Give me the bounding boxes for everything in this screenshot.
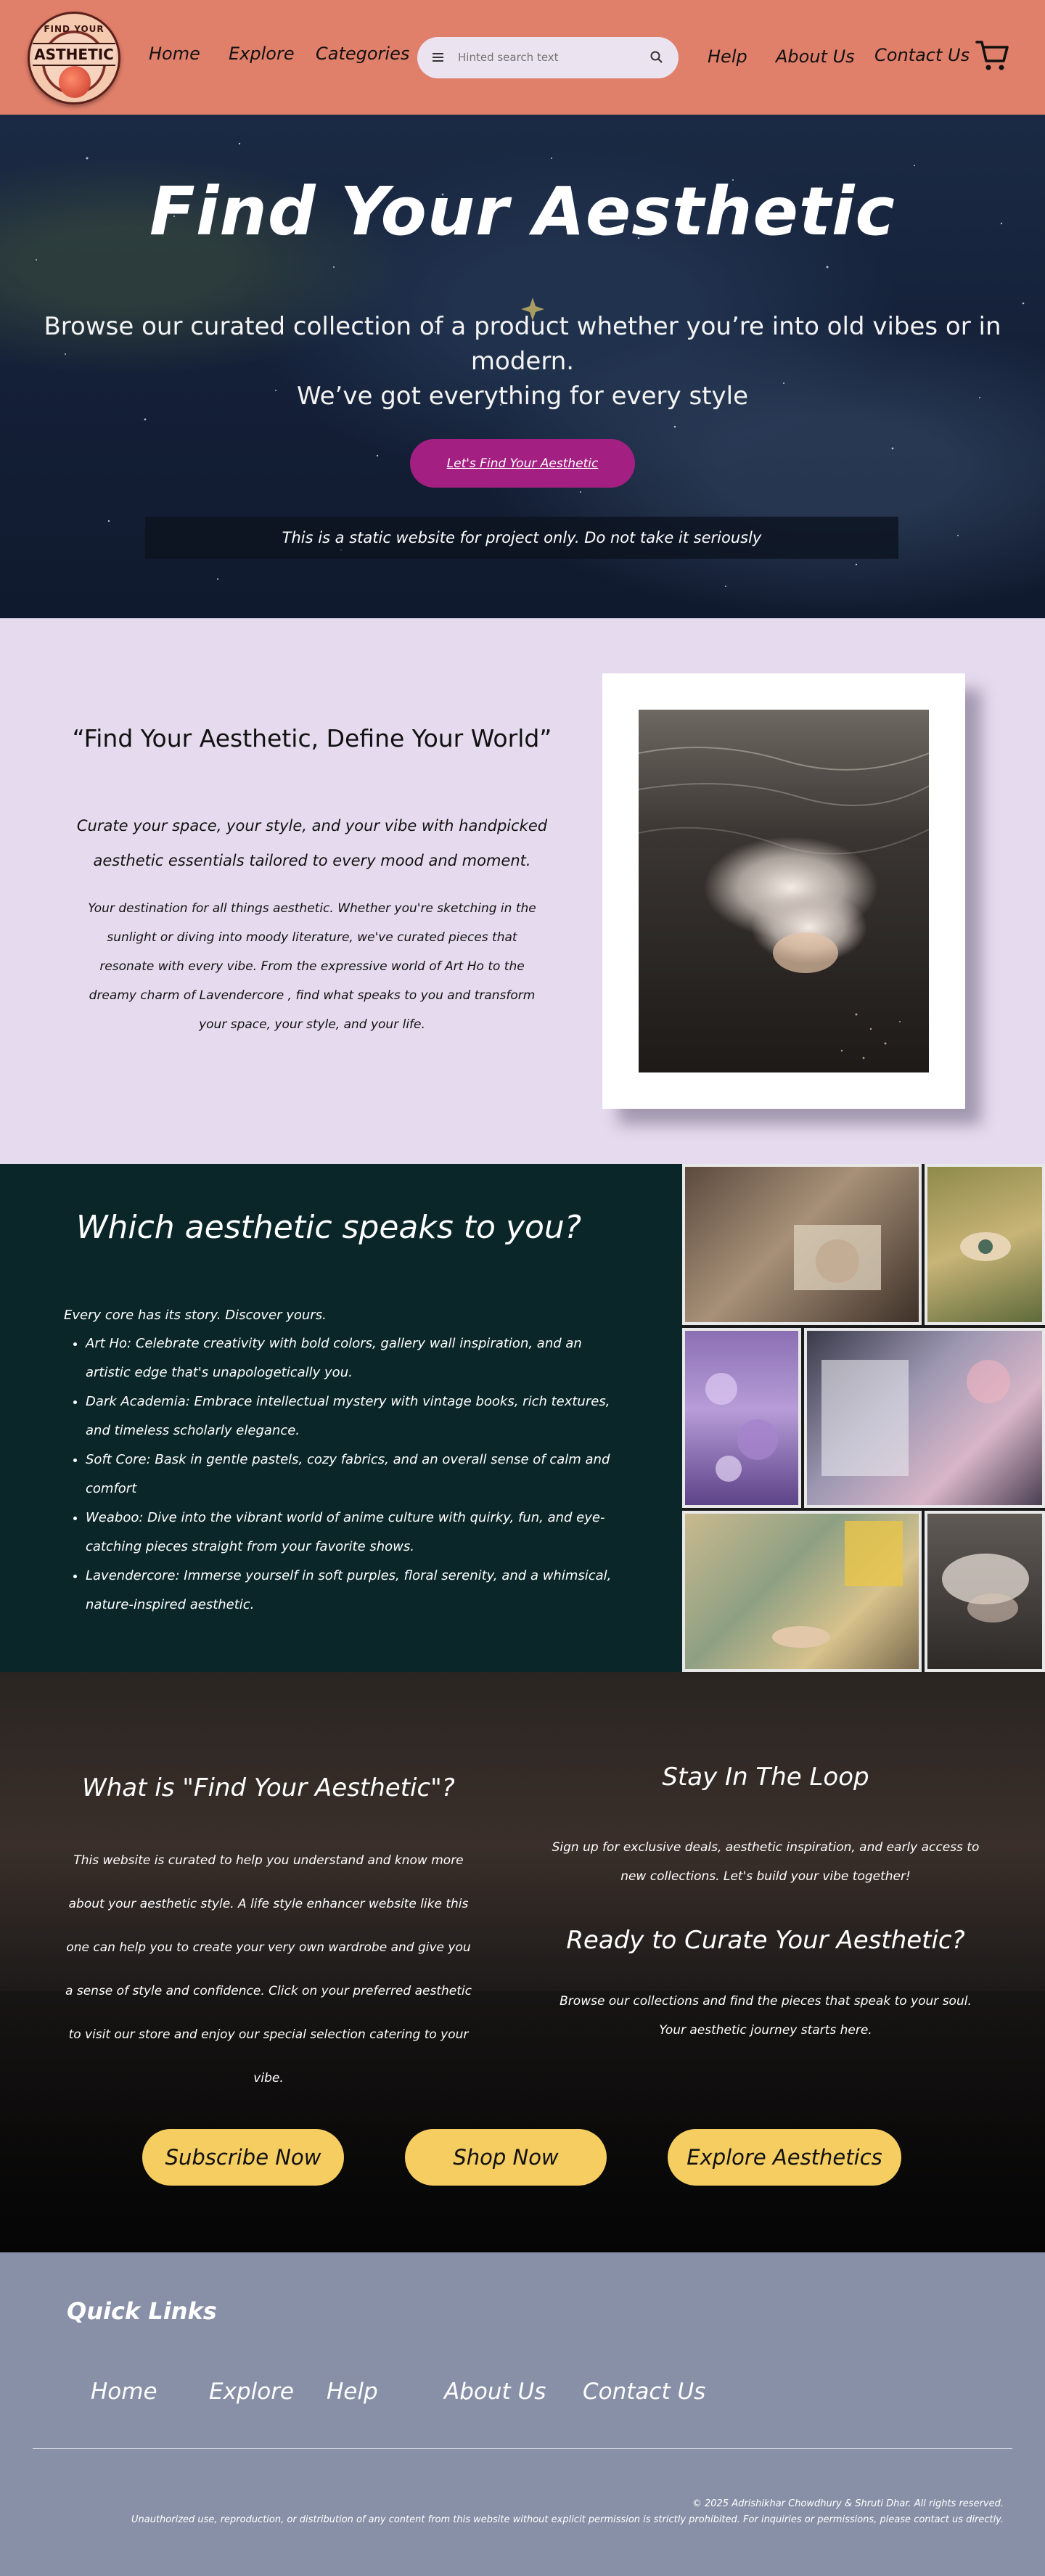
footer-help-link[interactable]: Help: [327, 2379, 378, 2405]
aesthetic-collage: [682, 1164, 1045, 1672]
logo-main-text: ASTHETIC: [33, 43, 115, 66]
lavendercore-tile[interactable]: [682, 1328, 801, 1508]
nav-about-link[interactable]: About Us: [776, 46, 855, 67]
dark-academia-tile[interactable]: [682, 1164, 922, 1325]
footer-home-link[interactable]: Home: [91, 2379, 157, 2405]
ocean-wave-tile[interactable]: [925, 1511, 1045, 1672]
hero-subtitle-line-2: We’ve got everything for every style: [297, 382, 748, 411]
aesthetic-item-soft-core: Soft Core: Bask in gentle pastels, cozy …: [86, 1445, 623, 1504]
footer-divider: [33, 2448, 1012, 2449]
hero-subtitle: Browse our curated collection of a produ…: [44, 309, 1001, 414]
cart-icon[interactable]: [974, 36, 1012, 74]
nav-categories-link[interactable]: Categories: [316, 44, 409, 64]
what-is-body: This website is curated to help you unde…: [65, 1853, 472, 2085]
ready-to-curate-body: Browse our collections and find the piec…: [560, 1994, 972, 2038]
hero-section: Find Your Aesthetic Browse our curated c…: [0, 115, 1045, 618]
aesthetics-list: Art Ho: Celebrate creativity with bold c…: [86, 1329, 623, 1620]
footer: Quick Links Home Explore Help About Us C…: [0, 2252, 1045, 2575]
footer-legal: © 2025 Adrishikhar Chowdhury & Shruti Dh…: [131, 2496, 1004, 2528]
aesthetics-title: Which aesthetic speaks to you?: [76, 1209, 582, 1246]
subscribe-now-button[interactable]: Subscribe Now: [142, 2129, 344, 2186]
intro-section: “Find Your Aesthetic, Define Your World”…: [0, 618, 1045, 1164]
copyright-text: © 2025 Adrishikhar Chowdhury & Shruti Dh…: [692, 2498, 1004, 2509]
nav-explore-link[interactable]: Explore: [229, 44, 295, 64]
search-bar[interactable]: [417, 37, 679, 78]
soft-core-tile[interactable]: [682, 1511, 922, 1672]
shop-now-button[interactable]: Shop Now: [405, 2129, 607, 2186]
intro-quote: “Find Your Aesthetic, Define Your World”: [72, 724, 552, 752]
ocean-wave-image: [639, 710, 929, 1072]
stay-in-loop-title: Stay In The Loop: [662, 1763, 869, 1792]
intro-lead: Curate your space, your style, and your …: [76, 817, 548, 869]
logo-sun: [59, 66, 91, 98]
stay-in-loop-body: Sign up for exclusive deals, aesthetic i…: [552, 1840, 980, 1884]
aesthetic-item-lavendercore: Lavendercore: Immerse yourself in soft p…: [86, 1562, 623, 1620]
framed-photo: [602, 673, 965, 1109]
search-input[interactable]: [458, 47, 632, 67]
footer-about-link[interactable]: About Us: [444, 2379, 546, 2405]
art-ho-tile[interactable]: [925, 1164, 1045, 1325]
nav-contact-link[interactable]: Contact Us: [874, 45, 970, 65]
intro-body: Your destination for all things aestheti…: [88, 901, 536, 1032]
footer-explore-link[interactable]: Explore: [209, 2379, 294, 2405]
explore-aesthetics-button[interactable]: Explore Aesthetics: [668, 2129, 901, 2186]
quick-links-title: Quick Links: [67, 2297, 217, 2325]
hero-title: Find Your Aesthetic: [149, 173, 896, 250]
aesthetics-section: Which aesthetic speaks to you? Every cor…: [0, 1164, 1045, 1672]
search-icon[interactable]: [649, 50, 664, 65]
nav-help-link[interactable]: Help: [708, 46, 747, 67]
what-is-title: What is "Find Your Aesthetic"?: [82, 1773, 455, 1802]
static-site-notice: This is a static website for project onl…: [145, 517, 898, 559]
menu-icon[interactable]: [430, 51, 446, 64]
aesthetic-item-dark-academia: Dark Academia: Embrace intellectual myst…: [86, 1387, 623, 1445]
weaboo-tile[interactable]: [804, 1328, 1045, 1508]
disclaimer-text: Unauthorized use, reproduction, or distr…: [131, 2514, 1004, 2525]
footer-contact-link[interactable]: Contact Us: [583, 2379, 705, 2405]
aesthetics-intro: Every core has its story. Discover yours…: [64, 1308, 327, 1323]
site-logo[interactable]: FIND YOUR ASTHETIC: [28, 12, 120, 104]
aesthetic-item-art-ho: Art Ho: Celebrate creativity with bold c…: [86, 1329, 623, 1387]
navbar: FIND YOUR ASTHETIC Home Explore Categori…: [0, 0, 1045, 115]
nav-home-link[interactable]: Home: [149, 44, 200, 64]
hero-subtitle-line-1: Browse our curated collection of a produ…: [44, 312, 1001, 376]
about-section: What is "Find Your Aesthetic"? This webs…: [0, 1672, 1045, 2252]
aesthetic-item-weaboo: Weaboo: Dive into the vibrant world of a…: [86, 1504, 623, 1562]
logo-top-text: FIND YOUR: [44, 24, 104, 34]
ready-to-curate-title: Ready to Curate Your Aesthetic?: [566, 1926, 965, 1955]
find-aesthetic-button[interactable]: Let's Find Your Aesthetic: [410, 439, 635, 488]
